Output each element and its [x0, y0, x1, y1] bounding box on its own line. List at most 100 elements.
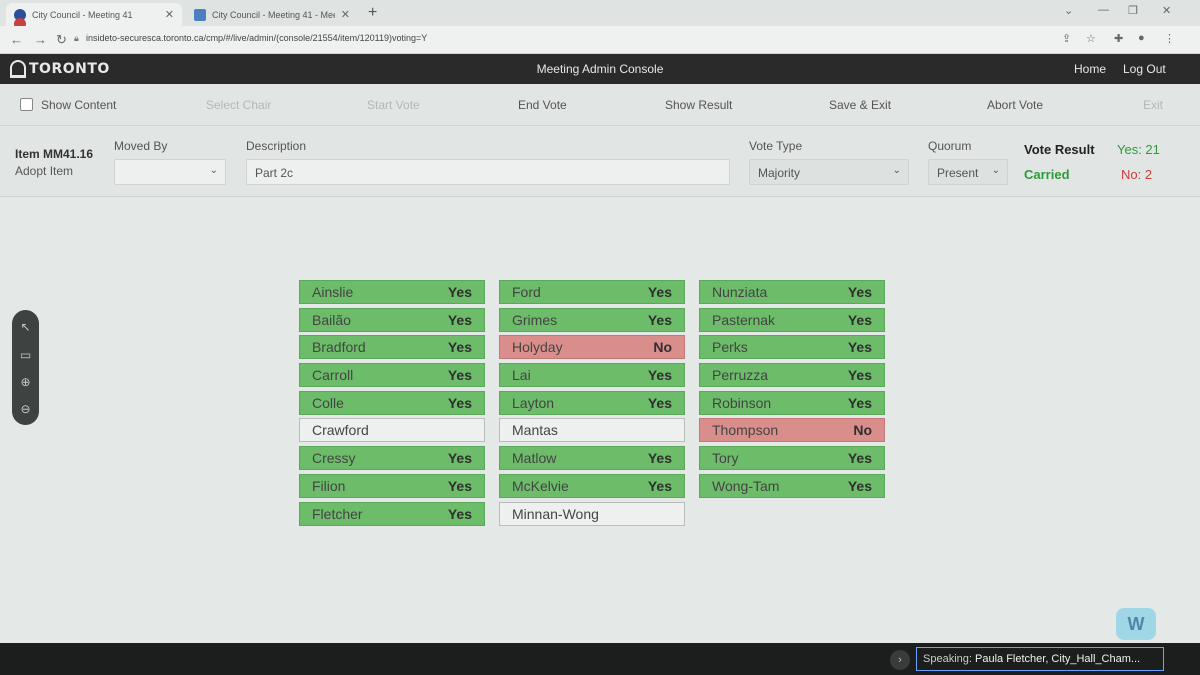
description-label: Description [246, 139, 307, 153]
select-chair-button[interactable]: Select Chair [206, 98, 271, 112]
member-name: Grimes [512, 311, 558, 328]
member-vote: Yes [847, 367, 872, 384]
vote-cell: Bradford Yes [299, 335, 485, 360]
home-link[interactable]: Home [1074, 62, 1106, 76]
chevron-down-icon[interactable]: ⌄ [1064, 4, 1073, 17]
profile-icon[interactable]: ● [1138, 32, 1145, 44]
member-vote: Yes [447, 505, 472, 522]
chevron-down-icon: ⌄ [892, 165, 901, 176]
close-tab-icon[interactable]: ✕ [165, 8, 174, 21]
member-name: Pasternak [712, 311, 776, 328]
vote-result-status: Carried [1024, 167, 1070, 182]
moved-by-select[interactable]: ⌄ [114, 159, 226, 185]
member-vote: Yes [847, 477, 872, 494]
member-vote: Yes [847, 450, 872, 467]
member-name: Matlow [512, 450, 557, 467]
tab-title: City Council - Meeting 41 - Mee [212, 9, 335, 20]
member-vote: Yes [447, 477, 472, 494]
member-vote: Yes [847, 339, 872, 356]
description-field[interactable]: Part 2c [246, 159, 730, 185]
vote-column-2: Ford Yes Grimes Yes Holyday No Lai Yes Layton Yes… [499, 280, 685, 529]
end-vote-button[interactable]: End Vote [518, 98, 567, 112]
abort-vote-button[interactable]: Abort Vote [987, 98, 1043, 112]
speaking-indicator: Speaking: Paula Fletcher, City_Hall_Cham… [916, 647, 1164, 671]
member-name: Mantas [512, 422, 558, 439]
address-bar: ← → ↻ 🔒︎ insideto-securesca.toronto.ca/c… [0, 26, 1200, 54]
vote-cell: Ainslie Yes [299, 280, 485, 304]
member-vote: Yes [847, 311, 872, 328]
member-vote: No [853, 422, 872, 439]
reload-icon[interactable]: ↻ [56, 32, 67, 48]
vote-result-label: Vote Result [1024, 142, 1095, 157]
item-details: Item MM41.16 Adopt Item Moved By ⌄ Descr… [0, 127, 1200, 197]
member-name: Tory [712, 450, 739, 467]
vote-cell: Carroll Yes [299, 363, 485, 388]
pointer-icon[interactable]: ↖ [12, 320, 39, 334]
vote-type-select[interactable]: Majority ⌄ [749, 159, 909, 185]
bookmark-star-icon[interactable]: ☆ [1086, 32, 1096, 45]
member-name: Perruzza [712, 367, 769, 384]
app-header: TORONTO Meeting Admin Console Home Log O… [0, 54, 1200, 84]
url-field[interactable]: insideto-securesca.toronto.ca/cmp/#/live… [86, 33, 427, 43]
forward-icon[interactable]: → [34, 32, 47, 47]
member-vote: Yes [447, 394, 472, 411]
browser-tab-2[interactable]: City Council - Meeting 41 - Mee ✕ [186, 3, 358, 26]
exit-button[interactable]: Exit [1143, 98, 1163, 112]
browser-tab-1[interactable]: City Council - Meeting 41 ✕ [6, 3, 182, 26]
yes-count: Yes: 21 [1117, 142, 1160, 157]
back-icon[interactable]: ← [10, 32, 23, 47]
show-result-button[interactable]: Show Result [665, 98, 732, 112]
page-title: Meeting Admin Console [536, 62, 664, 76]
item-id: Item MM41.16 [15, 147, 94, 161]
vote-cell: Filion Yes [299, 473, 485, 498]
member-name: Fletcher [312, 505, 363, 522]
new-tab-icon[interactable]: + [368, 4, 377, 22]
vote-column-3: Nunziata Yes Pasternak Yes Perks Yes Perruzza Y… [699, 280, 885, 502]
member-name: Robinson [712, 394, 772, 411]
play-icon[interactable]: › [890, 650, 910, 670]
close-tab-icon[interactable]: ✕ [341, 8, 350, 21]
vote-cell: Minnan-Wong [499, 501, 685, 526]
member-vote: Yes [647, 477, 672, 494]
app-favicon-icon [194, 8, 206, 21]
share-icon[interactable]: ⇪ [1062, 32, 1071, 45]
chevron-down-icon: ⌄ [991, 165, 1000, 176]
member-name: Thompson [712, 422, 779, 439]
member-vote: Yes [447, 367, 472, 384]
vote-cell: Fletcher Yes [299, 501, 485, 526]
save-exit-button[interactable]: Save & Exit [829, 98, 891, 112]
member-name: Perks [712, 339, 748, 356]
zoom-out-icon[interactable]: ⊖ [12, 402, 39, 416]
member-vote: Yes [647, 367, 672, 384]
close-window-icon[interactable]: ✕ [1162, 4, 1171, 17]
vote-cell: Perks Yes [699, 335, 885, 360]
vote-cell: Holyday No [499, 335, 685, 360]
member-name: Ainslie [312, 284, 354, 300]
member-vote: Yes [447, 284, 472, 300]
zoom-in-icon[interactable]: ⊕ [12, 375, 39, 389]
member-vote: Yes [847, 394, 872, 411]
start-vote-button[interactable]: Start Vote [367, 98, 420, 112]
quorum-select[interactable]: Present ⌄ [928, 159, 1008, 185]
menu-dots-icon[interactable]: ⋮ [1164, 32, 1175, 45]
tab-title: City Council - Meeting 41 [32, 9, 133, 20]
logout-link[interactable]: Log Out [1123, 62, 1166, 76]
extensions-puzzle-icon[interactable]: ✚ [1114, 32, 1123, 45]
member-name: McKelvie [512, 477, 569, 494]
show-content-checkbox[interactable] [20, 98, 33, 111]
vote-cell: Lai Yes [499, 363, 685, 388]
screen-icon[interactable]: ▭ [12, 348, 39, 362]
vote-cell: Cressy Yes [299, 446, 485, 471]
member-name: Minnan-Wong [512, 505, 599, 522]
member-name: Lai [512, 367, 531, 384]
vote-cell: Nunziata Yes [699, 280, 885, 304]
vote-cell: Layton Yes [499, 390, 685, 415]
show-content-label[interactable]: Show Content [41, 98, 116, 112]
vote-cell: Wong-Tam Yes [699, 473, 885, 498]
minimize-icon[interactable]: — [1098, 4, 1109, 16]
maximize-icon[interactable]: ❐ [1128, 4, 1138, 17]
member-name: Layton [512, 394, 555, 411]
vote-cell: Colle Yes [299, 390, 485, 415]
browser-tab-bar: City Council - Meeting 41 ✕ City Council… [0, 0, 1200, 30]
vote-cell: Tory Yes [699, 446, 885, 471]
